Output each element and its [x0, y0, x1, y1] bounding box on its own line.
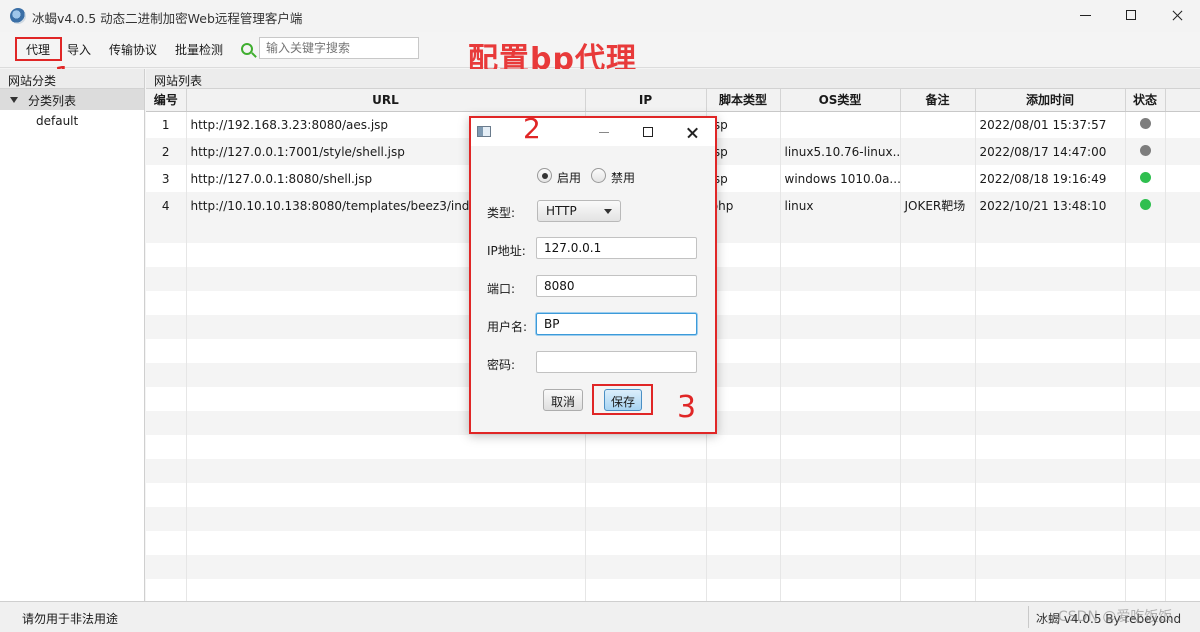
search-input[interactable]	[259, 37, 419, 59]
cell-note	[900, 111, 976, 138]
import-menu[interactable]: 导入	[67, 41, 91, 58]
minimize-icon	[1080, 15, 1091, 16]
dialog-window-icon	[477, 126, 491, 137]
title-bar: 冰蝎v4.0.5 动态二进制加密Web远程管理客户端	[0, 0, 1200, 32]
cell-script: jsp	[706, 111, 781, 138]
password-label: 密码:	[487, 358, 516, 372]
highlight-box-proxy	[15, 37, 62, 61]
ip-label: IP地址:	[487, 244, 526, 258]
status-dot-icon	[1139, 117, 1151, 129]
close-button[interactable]	[1154, 0, 1200, 32]
empty-row	[146, 483, 1200, 507]
protocol-menu[interactable]: 传输协议	[109, 41, 157, 58]
batch-check-menu[interactable]: 批量检测	[175, 41, 223, 58]
status-dot-icon	[1139, 171, 1151, 183]
app-logo-icon	[10, 8, 26, 24]
enable-radio[interactable]	[537, 168, 552, 183]
cell-id: 4	[146, 192, 187, 219]
username-label: 用户名:	[487, 320, 528, 334]
app-window: 冰蝎v4.0.5 动态二进制加密Web远程管理客户端 代理 导入 传输协议 批量…	[0, 0, 1200, 632]
proxy-type-select[interactable]: HTTP	[537, 200, 621, 222]
minimize-button[interactable]	[1062, 0, 1108, 32]
empty-row	[146, 435, 1200, 459]
column-header[interactable]: 状态	[1125, 89, 1166, 112]
port-field[interactable]	[536, 275, 697, 297]
save-button[interactable]: 保存	[604, 389, 642, 411]
column-header[interactable]: IP	[585, 89, 707, 112]
column-header[interactable]: OS类型	[780, 89, 901, 112]
category-root-label: 分类列表	[28, 94, 77, 108]
status-left-text: 请勿用于非法用途	[22, 612, 119, 626]
cell-note: JOKER靶场	[900, 192, 976, 219]
site-list-header: 网站列表	[146, 69, 1200, 89]
maximize-icon	[1126, 10, 1136, 20]
maximize-button[interactable]	[1108, 0, 1154, 32]
annotation-step-2: 2	[523, 112, 541, 145]
search-icon[interactable]	[241, 43, 253, 55]
empty-row	[146, 459, 1200, 483]
toolbar: 代理 导入 传输协议 批量检测 配置bp代理	[0, 32, 1200, 77]
chevron-down-icon	[604, 209, 612, 214]
status-dot-icon	[1139, 144, 1151, 156]
cell-id: 2	[146, 138, 187, 165]
empty-row	[146, 507, 1200, 531]
dialog-minimize-icon[interactable]	[599, 132, 609, 133]
column-header[interactable]: 编号	[146, 89, 187, 112]
annotation-step-3: 3	[677, 390, 697, 425]
cell-time: 2022/08/01 15:37:57	[975, 111, 1126, 138]
category-panel-header: 网站分类	[0, 69, 144, 89]
cell-id: 3	[146, 165, 187, 192]
expand-triangle-icon[interactable]	[10, 97, 18, 103]
dialog-title-bar	[471, 118, 715, 146]
username-field[interactable]	[536, 313, 697, 335]
proxy-dialog: 2 启用 禁用 类型: HTTP IP地址: 端口: 用户名: 密码: 取消 保…	[469, 112, 717, 434]
empty-row	[146, 555, 1200, 579]
dialog-maximize-icon[interactable]	[643, 127, 653, 137]
disable-radio[interactable]	[591, 168, 606, 183]
window-title: 冰蝎v4.0.5 动态二进制加密Web远程管理客户端	[32, 11, 303, 26]
ip-field[interactable]	[536, 237, 697, 259]
cancel-button[interactable]: 取消	[543, 389, 583, 411]
column-header[interactable]: 脚本类型	[706, 89, 781, 112]
cell-note	[900, 165, 976, 192]
cell-time: 2022/10/21 13:48:10	[975, 192, 1126, 219]
category-item-default[interactable]: default	[0, 110, 144, 132]
type-label: 类型:	[487, 206, 516, 220]
cell-script: jsp	[706, 138, 781, 165]
empty-row	[146, 579, 1200, 603]
password-field[interactable]	[536, 351, 697, 373]
column-header[interactable]: URL	[186, 89, 586, 112]
table-header-row: 编号 URL IP 脚本类型 OS类型 备注 添加时间 状态	[146, 89, 1200, 112]
column-header[interactable]: 添加时间	[975, 89, 1126, 112]
cell-note	[900, 138, 976, 165]
proxy-type-value: HTTP	[546, 204, 577, 218]
cell-script: jsp	[706, 165, 781, 192]
disable-label: 禁用	[611, 171, 636, 185]
cell-id: 1	[146, 111, 187, 138]
column-header[interactable]: 备注	[900, 89, 976, 112]
cell-time: 2022/08/18 19:16:49	[975, 165, 1126, 192]
status-bar: 请勿用于非法用途 冰蝎 v4.0.5 By rebeyond CSDN @爱吃饭…	[0, 601, 1200, 632]
empty-row	[146, 531, 1200, 555]
cell-os	[780, 111, 901, 138]
cell-os: linux5.10.76-linux...	[780, 138, 901, 165]
port-label: 端口:	[487, 282, 516, 296]
enable-label: 启用	[557, 171, 582, 185]
category-panel: 网站分类 分类列表 default	[0, 69, 145, 601]
category-tree-root[interactable]: 分类列表	[0, 89, 144, 110]
cell-time: 2022/08/17 14:47:00	[975, 138, 1126, 165]
cell-os: windows 1010.0a...	[780, 165, 901, 192]
cell-os: linux	[780, 192, 901, 219]
status-dot-icon	[1139, 198, 1151, 210]
cell-script: php	[706, 192, 781, 219]
watermark-text: CSDN @爱吃饭饭	[1058, 609, 1173, 625]
status-divider	[1028, 606, 1029, 628]
column-header-spacer	[1165, 89, 1200, 112]
